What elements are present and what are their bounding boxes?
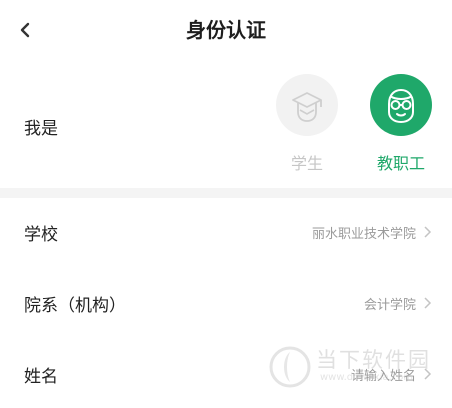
role-label: 我是 <box>24 119 58 139</box>
role-option-teacher[interactable]: 教职工 <box>366 74 436 194</box>
department-value: 会计学院 <box>363 298 416 313</box>
watermark-url: www.downxia.com <box>320 372 414 383</box>
watermark-logo-icon <box>269 346 311 388</box>
name-label: 姓名 <box>24 367 58 387</box>
role-name-teacher: 教职工 <box>376 154 425 173</box>
watermark: 当下软件园 www.downxia.com <box>268 340 448 402</box>
department-row[interactable]: 院系（机构） 会计学院 <box>0 269 452 339</box>
role-option-student[interactable]: 学生 <box>272 74 342 194</box>
role-name-student: 学生 <box>290 154 323 173</box>
watermark-text: 当下软件园 <box>316 348 431 372</box>
chevron-right-icon <box>424 297 432 309</box>
student-avatar <box>276 74 338 136</box>
chevron-right-icon <box>424 226 432 238</box>
teacher-avatar <box>370 74 432 136</box>
section-divider <box>0 188 452 198</box>
role-selector: 我是 学生 教职工 <box>0 60 452 188</box>
department-label: 院系（机构） <box>24 296 126 316</box>
teacher-glasses-icon <box>388 88 414 124</box>
page-title: 身份认证 <box>186 18 266 42</box>
graduate-cap-icon <box>292 92 322 122</box>
header-bar: 身份认证 <box>0 0 452 60</box>
school-value: 丽水职业技术学院 <box>311 227 416 242</box>
school-row[interactable]: 学校 丽水职业技术学院 <box>0 198 452 268</box>
school-label: 学校 <box>24 225 58 245</box>
